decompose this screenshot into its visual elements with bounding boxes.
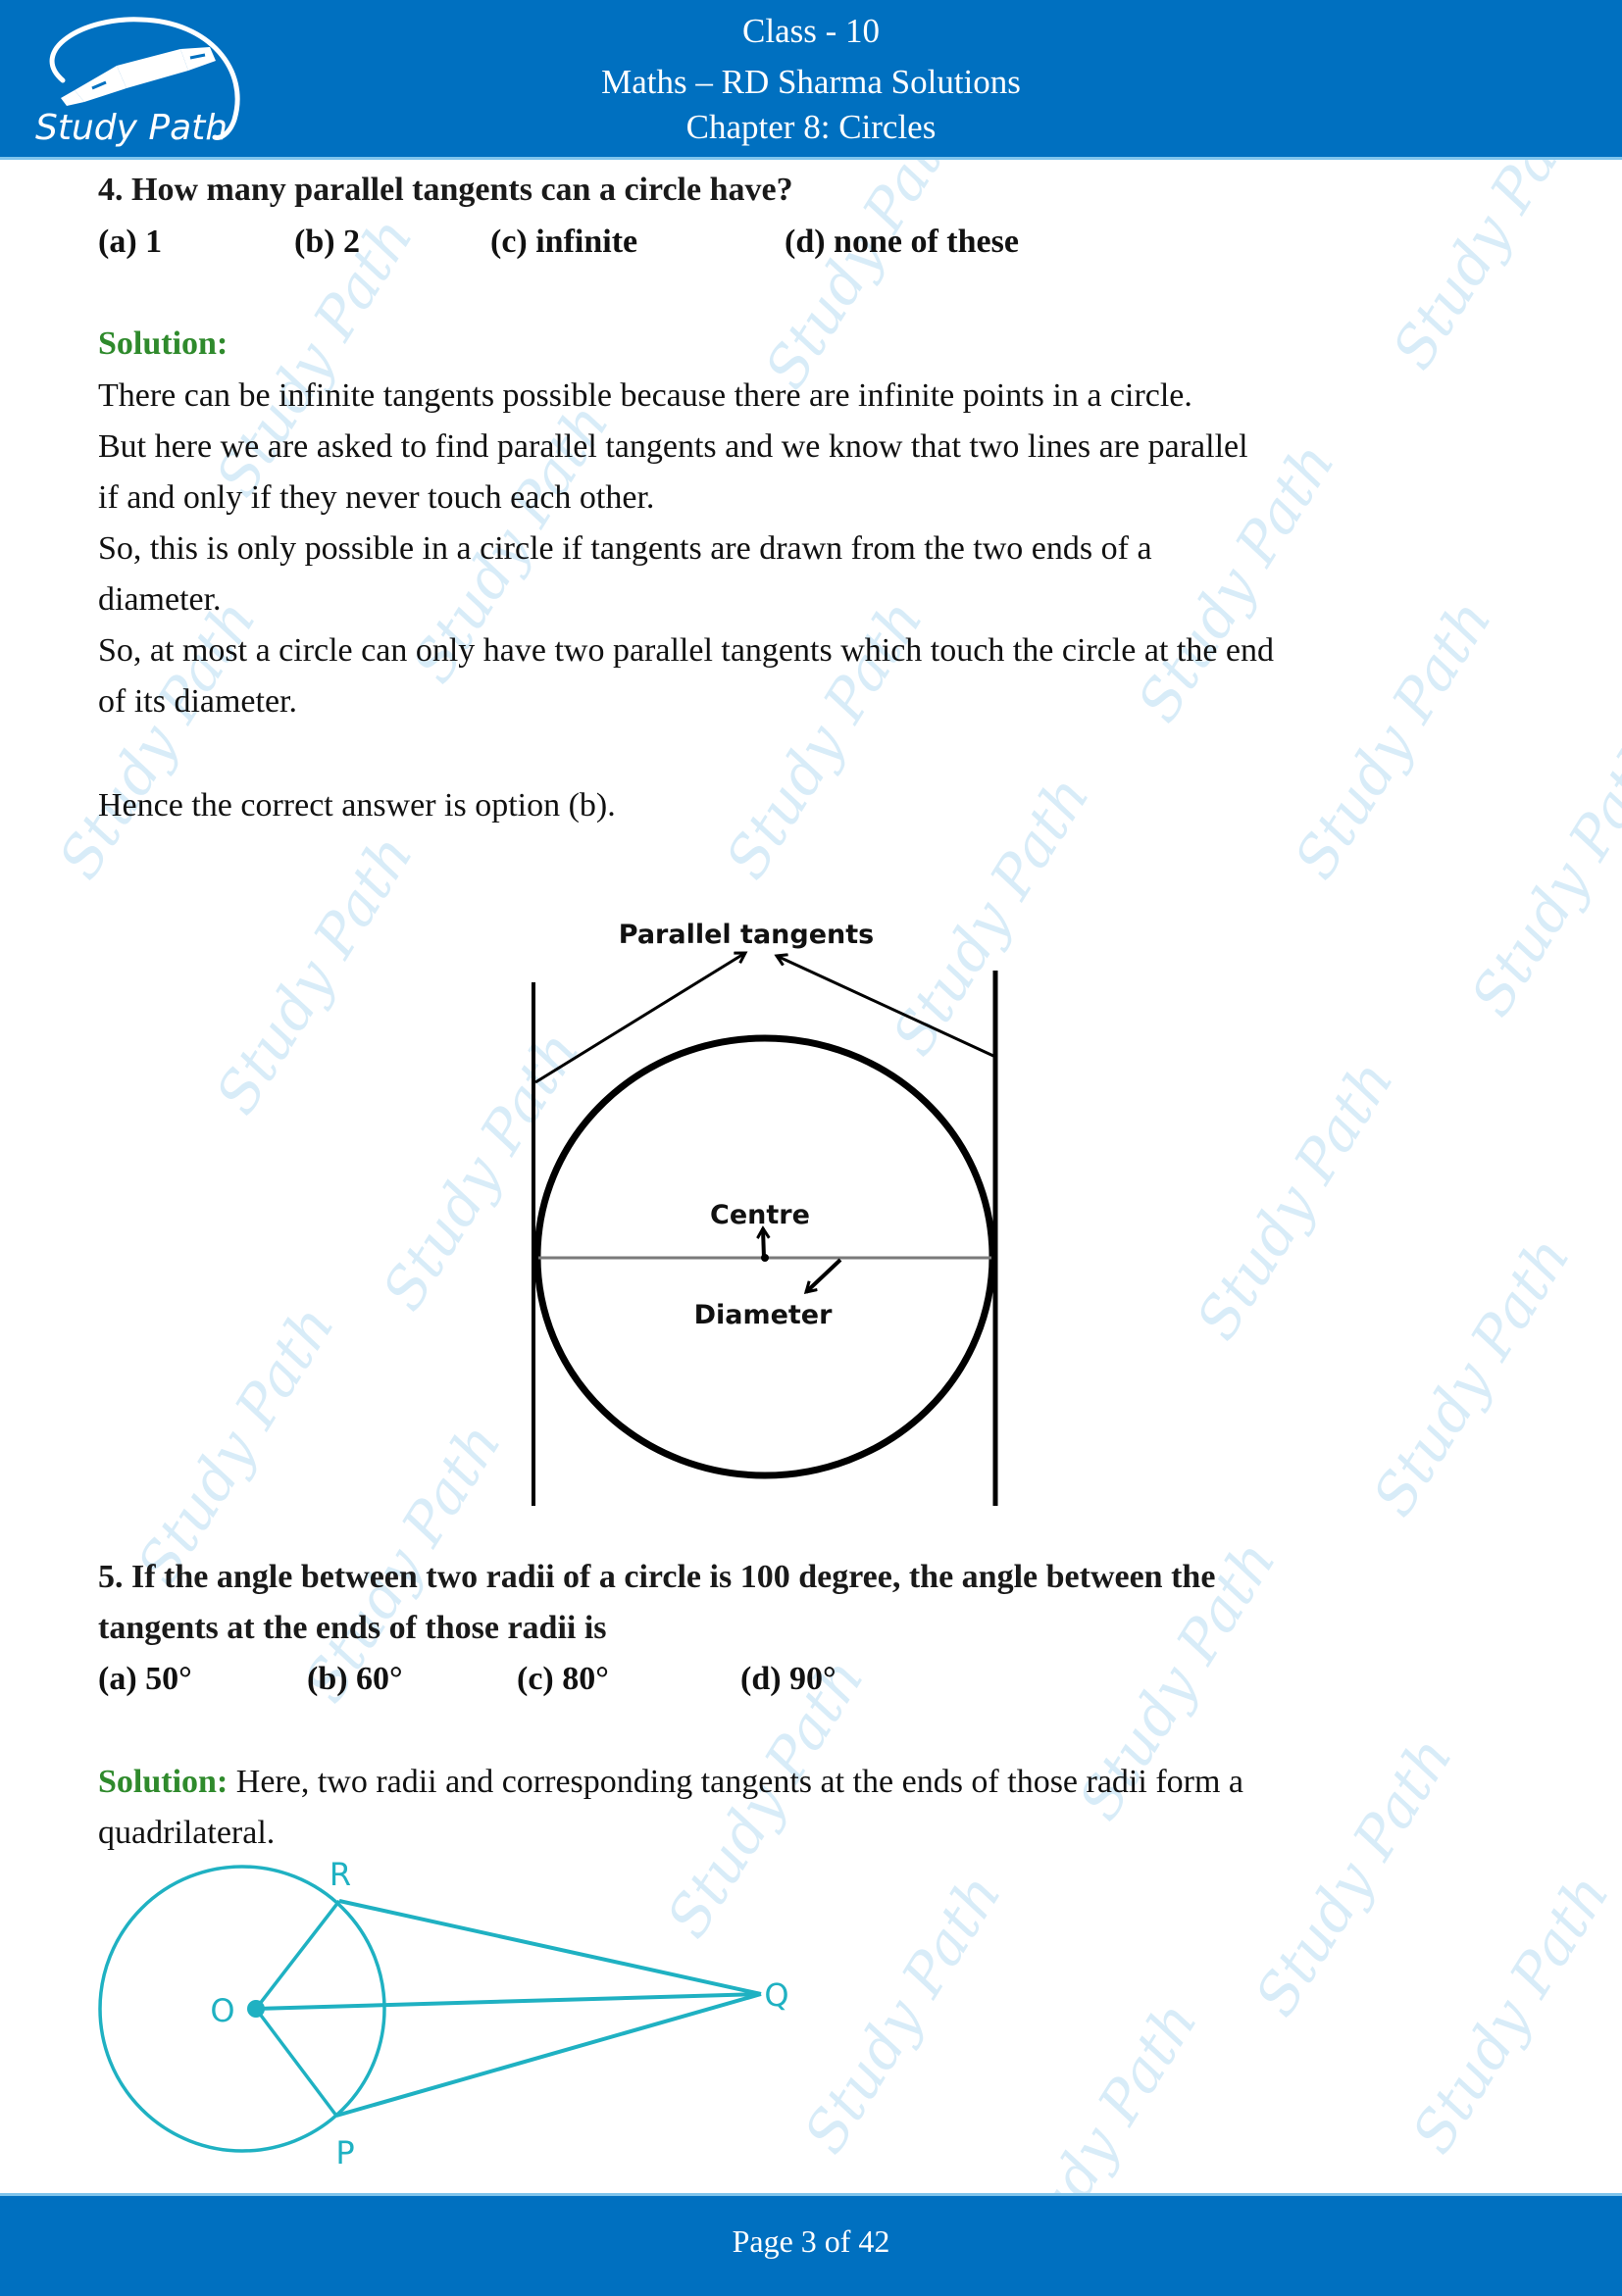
q5-option-d: (d) 90° — [740, 1661, 836, 1697]
q5-option-c: (c) 80° — [517, 1661, 609, 1697]
diameter-label: Diameter — [694, 1300, 834, 1330]
tangent-PQ — [335, 1992, 762, 2118]
radius-OR — [254, 1899, 341, 2011]
line-OQ — [255, 1992, 762, 2011]
point-O — [247, 2000, 265, 2018]
centre-label: Centre — [710, 1200, 810, 1230]
tangent-RQ — [338, 1899, 762, 1996]
q5-solution-text: Here, two radii and corresponding tangen… — [228, 1764, 1244, 1800]
radius-OP — [254, 2007, 338, 2118]
q5-option-b: (b) 60° — [307, 1661, 403, 1697]
question-5-text-line1: 5. If the angle between two radii of a c… — [98, 1559, 1216, 1595]
parallel-tangents-label: Parallel tangents — [619, 920, 874, 950]
q5-solution-line2: quadrilateral. — [98, 1815, 276, 1851]
q5-option-a: (a) 50° — [98, 1661, 192, 1697]
q5-solution: Solution: Here, two radii and correspond… — [98, 1763, 1243, 1802]
page-footer: Page 3 of 42 — [0, 2193, 1622, 2296]
q5-solution-label: Solution: — [98, 1764, 228, 1800]
label-P: P — [335, 2134, 354, 2171]
diameter-arrow — [806, 1258, 842, 1292]
label-O: O — [210, 1992, 234, 2029]
parallel-tangents-diagram: Parallel tangents Centre Diameter R O Q … — [98, 920, 998, 2171]
left-tangent-arrow — [534, 953, 745, 1084]
label-R: R — [329, 1856, 351, 1893]
page-number: Page 3 of 42 — [732, 2223, 890, 2259]
label-Q: Q — [764, 1976, 788, 2014]
q5-circle — [98, 1865, 386, 2153]
quadrilateral-diagram: R O Q P — [98, 1856, 789, 2171]
question-5-text-line2: tangents at the ends of those radii is — [98, 1610, 607, 1646]
centre-arrow — [763, 1228, 764, 1259]
